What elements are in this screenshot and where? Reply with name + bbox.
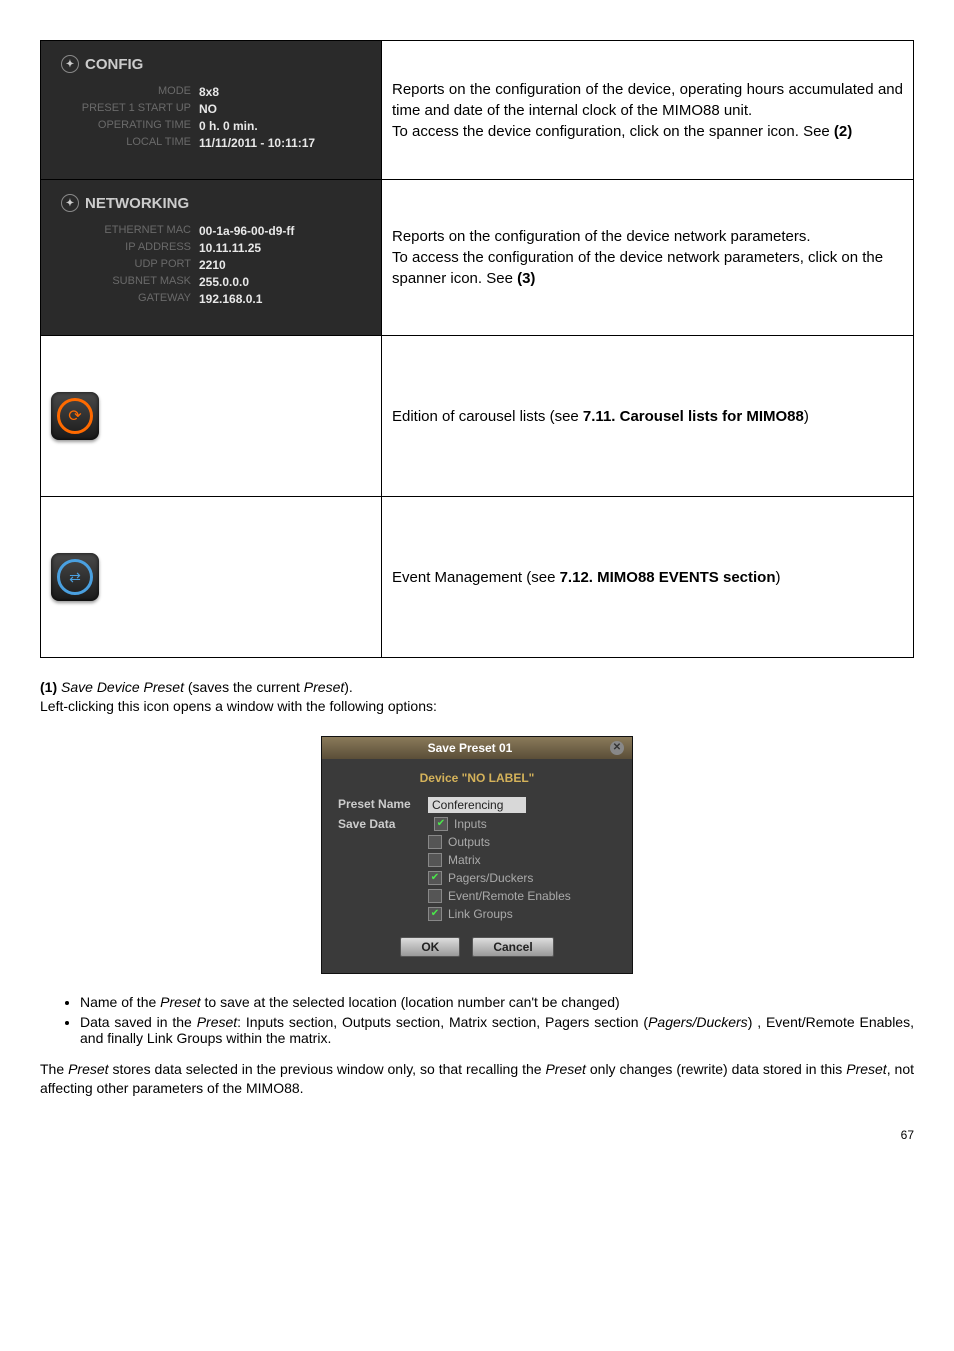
spanner-icon[interactable]: ✦ [61,194,79,212]
checkbox-label: Inputs [454,817,487,831]
checkbox-link-groups[interactable] [428,907,442,921]
cfg-value: 8x8 [199,85,219,99]
close-icon[interactable]: ✕ [610,741,624,755]
checkbox-matrix[interactable] [428,853,442,867]
checkbox-label: Pagers/Duckers [448,871,533,885]
checkbox-pagers[interactable] [428,871,442,885]
final-paragraph: The Preset stores data selected in the p… [40,1060,914,1098]
config-desc: Reports on the configuration of the devi… [382,41,914,180]
note-save-preset: (1) Save Device Preset (saves the curren… [40,678,914,716]
net-label: GATEWAY [61,292,199,306]
save-data-label: Save Data [338,817,428,831]
checkbox-label: Link Groups [448,907,513,921]
ok-button[interactable]: OK [400,937,460,957]
cancel-button[interactable]: Cancel [472,937,553,957]
checkbox-inputs[interactable] [434,817,448,831]
cfg-value: NO [199,102,217,116]
cfg-value: 0 h. 0 min. [199,119,258,133]
net-value: 255.0.0.0 [199,275,249,289]
cfg-label: LOCAL TIME [61,136,199,150]
network-desc: Reports on the configuration of the devi… [382,180,914,336]
carousel-icon-cell: ⟳ [41,336,382,497]
config-panel-cell: ✦ CONFIG MODE8x8 PRESET 1 START UPNO OPE… [41,41,382,180]
config-panel: ✦ CONFIG MODE8x8 PRESET 1 START UPNO OPE… [41,41,381,179]
checkbox-label: Outputs [448,835,490,849]
bullet-list: Name of the Preset to save at the select… [40,994,914,1046]
dialog-title: Save Preset 01 [330,741,610,755]
net-label: UDP PORT [61,258,199,272]
cfg-label: PRESET 1 START UP [61,102,199,116]
network-title: NETWORKING [85,195,189,212]
network-panel-cell: ✦ NETWORKING ETHERNET MAC00-1a-96-00-d9-… [41,180,382,336]
net-value: 2210 [199,258,226,272]
page-number: 67 [40,1128,914,1142]
cfg-label: MODE [61,85,199,99]
net-label: IP ADDRESS [61,241,199,255]
checkbox-label: Event/Remote Enables [448,889,571,903]
checkbox-outputs[interactable] [428,835,442,849]
list-item: Data saved in the Preset: Inputs section… [80,1014,914,1046]
preset-name-label: Preset Name [338,797,428,813]
events-icon[interactable]: ⇄ [51,553,99,601]
net-label: SUBNET MASK [61,275,199,289]
list-item: Name of the Preset to save at the select… [80,994,914,1010]
carousel-icon[interactable]: ⟳ [51,392,99,440]
net-value: 10.11.11.25 [199,241,261,255]
network-panel: ✦ NETWORKING ETHERNET MAC00-1a-96-00-d9-… [41,180,381,335]
checkbox-label: Matrix [448,853,481,867]
net-label: ETHERNET MAC [61,224,199,238]
checkbox-event-remote[interactable] [428,889,442,903]
carousel-desc: Edition of carousel lists (see 7.11. Car… [382,336,914,497]
net-value: 192.168.0.1 [199,292,262,306]
config-title: CONFIG [85,56,143,73]
feature-table: ✦ CONFIG MODE8x8 PRESET 1 START UPNO OPE… [40,40,914,658]
cfg-value: 11/11/2011 - 10:11:17 [199,136,315,150]
events-desc: Event Management (see 7.12. MIMO88 EVENT… [382,497,914,658]
spanner-icon[interactable]: ✦ [61,55,79,73]
save-preset-dialog: Save Preset 01 ✕ Device "NO LABEL" Prese… [321,736,633,974]
preset-name-input[interactable]: Conferencing [428,797,526,813]
net-value: 00-1a-96-00-d9-ff [199,224,294,238]
device-label: Device "NO LABEL" [338,771,616,785]
events-icon-cell: ⇄ [41,497,382,658]
cfg-label: OPERATING TIME [61,119,199,133]
